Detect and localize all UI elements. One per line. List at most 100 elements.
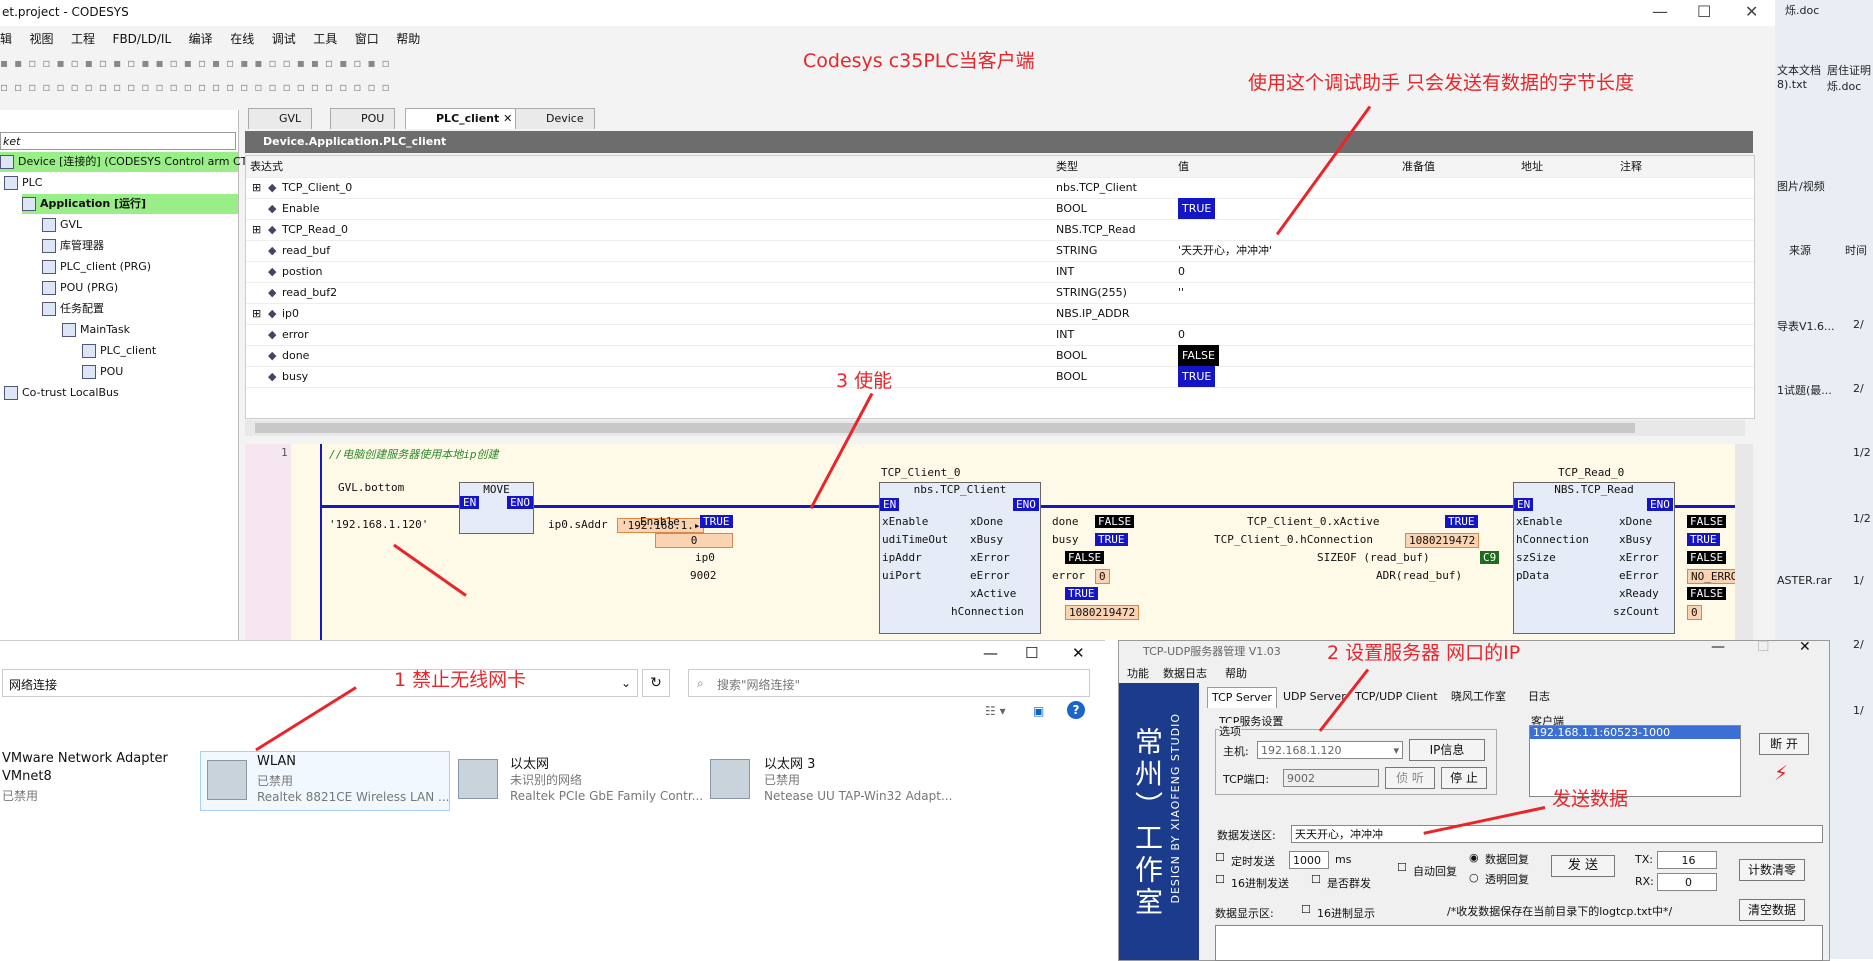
menu-debug[interactable]: 调试	[272, 32, 296, 46]
menu-data-log[interactable]: 数据日志	[1163, 665, 1207, 681]
vertical-scrollbar[interactable]	[1735, 444, 1753, 640]
refresh-button[interactable]: ↻	[642, 669, 670, 697]
tab-pou[interactable]: POU	[330, 108, 396, 129]
data-display-area[interactable]	[1215, 925, 1823, 961]
menu-tools[interactable]: 工具	[313, 32, 337, 46]
expand-icon[interactable]: ⊞	[252, 303, 261, 324]
expand-icon[interactable]: ⊞	[252, 219, 261, 240]
watch-row[interactable]: ⊞ ◆ TCP_Client_0 nbs.TCP_Client	[246, 177, 1754, 199]
desktop-file-label[interactable]: 8).txt	[1777, 78, 1807, 91]
tree-item-localbus[interactable]: Co-trust LocalBus	[4, 383, 119, 403]
stop-button[interactable]: 停 止	[1441, 767, 1487, 789]
move-block[interactable]: MOVE EN ENO	[459, 482, 534, 534]
host-select[interactable]: 192.168.1.120 ▾	[1257, 741, 1403, 759]
view-options-icon[interactable]: ☷ ▾	[985, 704, 1006, 718]
disconnect-button[interactable]: 断 开	[1759, 733, 1809, 755]
preview-pane-icon[interactable]: ▣	[1033, 704, 1044, 718]
toolbar-fbd[interactable]: ▫▫▫▫▫▫▫▫▫▫▫▫▫▫▫▫▫▫▫▫▫▫▫▫▫▫▫▫	[0, 80, 650, 102]
client-list-item[interactable]: 192.168.1.1:60523-1000	[1530, 726, 1740, 739]
watch-value[interactable]: 0	[1178, 261, 1185, 282]
menu-help[interactable]: 帮助	[1225, 665, 1247, 681]
menu-edit[interactable]: 辑	[0, 32, 12, 46]
tree-item-plc[interactable]: PLC	[4, 173, 42, 193]
tab-studio[interactable]: 晓风工作室	[1447, 687, 1510, 707]
tree-item-plc-client[interactable]: PLC_client (PRG)	[42, 257, 151, 277]
minimize-button[interactable]: —	[1652, 2, 1668, 21]
tab-gvl[interactable]: GVL	[248, 108, 313, 129]
expand-icon[interactable]: ⊞	[252, 177, 261, 198]
watch-row[interactable]: ◆ busy BOOL TRUE	[246, 366, 1754, 388]
auto-reply-checkbox[interactable]: ☐	[1397, 861, 1407, 874]
tree-item-application[interactable]: Application [运行]	[22, 194, 238, 214]
adapter-ethernet-3[interactable]: 以太网 3 已禁用 Netease UU TAP-Win32 Adapt...	[710, 751, 960, 809]
send-data-input[interactable]: 天天开心，冲冲冲	[1291, 825, 1823, 843]
watch-row[interactable]: ◆ error INT 0	[246, 324, 1754, 346]
menu-fbd[interactable]: FBD/LD/IL	[113, 32, 172, 46]
port-input[interactable]: 9002	[1283, 769, 1379, 787]
ip-info-button[interactable]: IP信息	[1409, 739, 1485, 761]
watch-row[interactable]: ⊞ ◆ TCP_Read_0 NBS.TCP_Read	[246, 219, 1754, 241]
send-button[interactable]: 发 送	[1551, 855, 1615, 877]
desktop-file-label[interactable]: 文本文档	[1777, 62, 1821, 78]
toolbar-main[interactable]: ▪▪▫▫▪▫▪▫▪▫▪▪▫▪▫▪▫▪▪▫▫▪▪▫▪▫▪▫	[0, 56, 650, 78]
adapter-ethernet[interactable]: 以太网 未识别的网络 Realtek PCIe GbE Family Contr…	[458, 751, 703, 809]
tree-item-gvl[interactable]: GVL	[42, 215, 82, 235]
watch-value[interactable]: ''	[1178, 282, 1184, 303]
watch-value[interactable]: TRUE	[1178, 366, 1216, 387]
transparent-reply-radio[interactable]: ○	[1469, 871, 1479, 884]
tree-filter-select[interactable]: ket	[0, 132, 236, 150]
tree-item-device[interactable]: Device [连接的] (CODESYS Control arm CTH3	[0, 152, 263, 172]
minimize-button[interactable]: —	[983, 644, 998, 662]
watch-value[interactable]: TRUE	[1178, 198, 1216, 219]
menu-build[interactable]: 编译	[189, 32, 213, 46]
tab-close-icon[interactable]: ✕	[503, 112, 512, 125]
tree-item-maintask[interactable]: MainTask	[62, 320, 130, 340]
desktop-file-label[interactable]: 居住证明	[1827, 62, 1871, 78]
timer-checkbox[interactable]: ☐	[1215, 851, 1225, 864]
watch-row[interactable]: ◆ Enable BOOL TRUE	[246, 198, 1754, 220]
scroll-thumb[interactable]	[255, 423, 1635, 433]
menu-online[interactable]: 在线	[230, 32, 254, 46]
watch-row[interactable]: ◆ done BOOL FALSE	[246, 345, 1754, 367]
watch-row[interactable]: ◆ postion INT 0	[246, 261, 1754, 283]
watch-value[interactable]: '天天开心，冲冲冲'	[1178, 240, 1272, 261]
tab-plc-client[interactable]: PLC_client ✕	[405, 108, 524, 129]
hex-send-checkbox[interactable]: ☐	[1215, 873, 1225, 886]
tree-item-task-config[interactable]: 任务配置	[42, 299, 104, 319]
data-reply-radio[interactable]: ◉	[1469, 851, 1479, 864]
listen-button[interactable]: 侦 听	[1385, 767, 1435, 789]
desktop-file-label[interactable]: 烁.doc	[1827, 78, 1861, 94]
help-icon[interactable]: ?	[1067, 701, 1085, 719]
tree-item-task-plc-client[interactable]: PLC_client	[82, 341, 156, 361]
maximize-button[interactable]: ☐	[1757, 639, 1770, 655]
watch-value[interactable]: FALSE	[1178, 345, 1219, 366]
menu-help[interactable]: 帮助	[396, 32, 420, 46]
minimize-button[interactable]: —	[1711, 639, 1725, 655]
tab-tcp-server[interactable]: TCP Server	[1207, 687, 1277, 708]
close-button[interactable]: ✕	[1745, 2, 1758, 21]
group-send-checkbox[interactable]: ☐	[1311, 873, 1321, 886]
hex-display-checkbox[interactable]: ☐	[1301, 903, 1311, 916]
tree-item-task-pou[interactable]: POU	[82, 362, 123, 382]
desktop-file-label[interactable]: 烁.doc	[1785, 2, 1819, 18]
tab-tcp-udp-client[interactable]: TCP/UDP Client	[1351, 687, 1442, 707]
menu-function[interactable]: 功能	[1127, 665, 1149, 681]
search-input[interactable]: ⌕ 搜索"网络连接"	[688, 669, 1090, 697]
menu-window[interactable]: 窗口	[355, 32, 379, 46]
close-button[interactable]: ✕	[1799, 639, 1811, 655]
adapter-vmnet8[interactable]: VMware Network Adapter VMnet8 已禁用	[0, 751, 190, 811]
timer-interval-input[interactable]: 1000	[1289, 851, 1329, 869]
maximize-button[interactable]: ☐	[1025, 644, 1038, 662]
maximize-button[interactable]: ☐	[1697, 2, 1711, 21]
watch-row[interactable]: ⊞ ◆ ip0 NBS.IP_ADDR	[246, 303, 1754, 325]
close-button[interactable]: ✕	[1072, 644, 1085, 662]
tree-item-pou[interactable]: POU (PRG)	[42, 278, 118, 298]
clear-count-button[interactable]: 计数清零	[1739, 859, 1805, 881]
address-bar[interactable]: 网络连接 ⌄	[2, 669, 638, 697]
watch-row[interactable]: ◆ read_buf2 STRING(255) ''	[246, 282, 1754, 304]
menu-view[interactable]: 视图	[30, 32, 54, 46]
clear-data-button[interactable]: 清空数据	[1739, 899, 1805, 921]
tab-log[interactable]: 日志	[1524, 687, 1554, 707]
tree-item-library[interactable]: 库管理器	[42, 236, 104, 256]
watch-row[interactable]: ◆ read_buf STRING '天天开心，冲冲冲'	[246, 240, 1754, 262]
